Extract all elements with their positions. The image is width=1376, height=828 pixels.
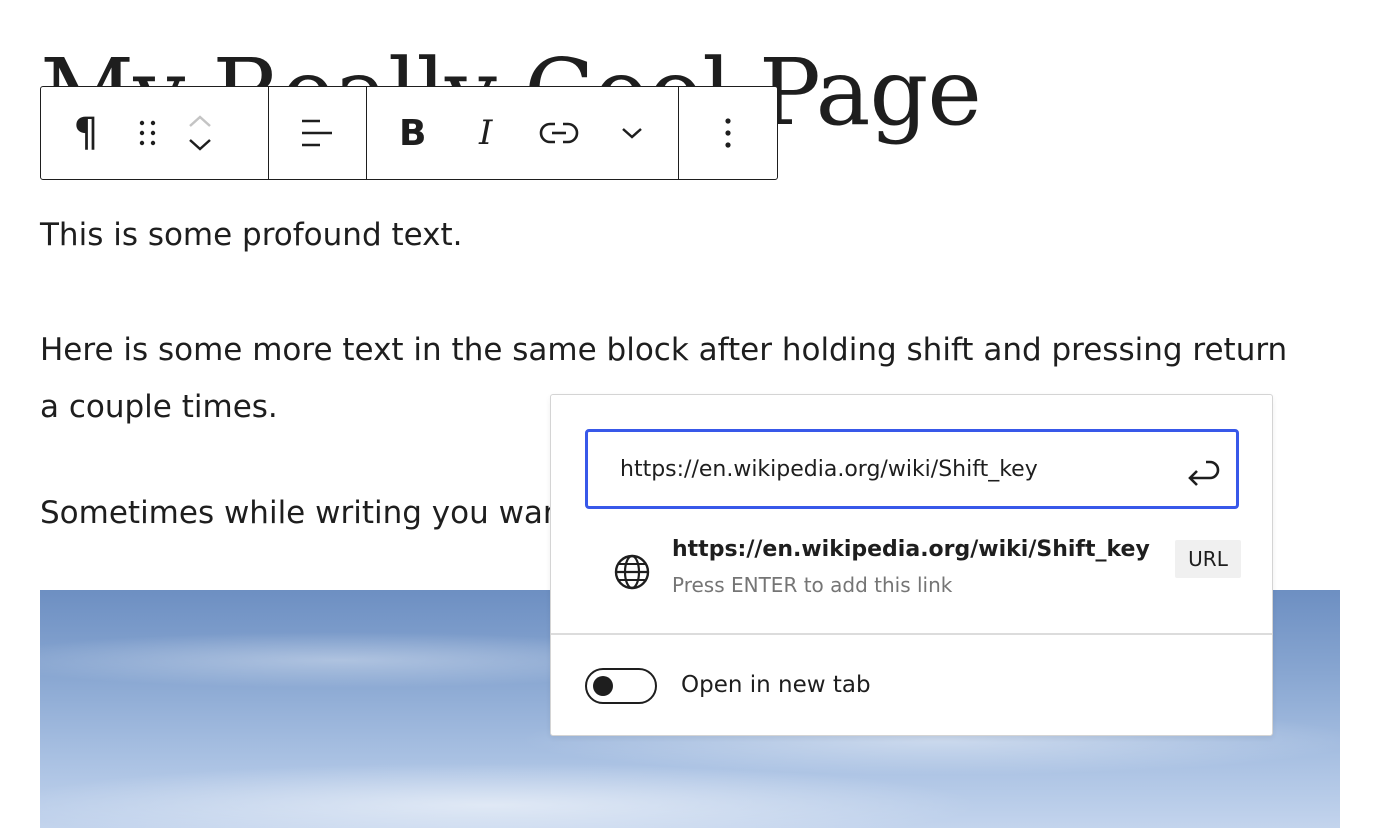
toggle-knob: [593, 676, 613, 696]
chevron-down-icon[interactable]: [187, 137, 213, 153]
chevron-up-icon[interactable]: [187, 113, 213, 129]
globe-icon: [613, 553, 651, 595]
align-left-icon[interactable]: [269, 87, 366, 179]
align-group: [269, 87, 367, 179]
url-input-container: [585, 429, 1239, 509]
options-group: [679, 87, 777, 179]
link-icon[interactable]: [513, 87, 605, 179]
block-mover: [165, 87, 235, 179]
bold-button[interactable]: B: [367, 87, 459, 179]
more-vertical-icon[interactable]: [679, 87, 777, 179]
format-group: B I: [367, 87, 679, 179]
open-new-tab-toggle[interactable]: [585, 668, 657, 704]
popover-divider: [551, 633, 1272, 635]
url-type-badge: URL: [1175, 540, 1241, 578]
enter-submit-icon[interactable]: [1182, 454, 1222, 490]
block-controls-group: ¶: [41, 87, 269, 179]
block-toolbar: ¶ B I: [40, 86, 778, 180]
drag-handle-icon[interactable]: [131, 87, 165, 179]
url-input[interactable]: [588, 432, 1160, 506]
paragraph-1[interactable]: This is some profound text.: [40, 207, 1290, 264]
paragraph-icon[interactable]: ¶: [41, 87, 131, 179]
link-popover: https://en.wikipedia.org/wiki/Shift_key …: [550, 394, 1273, 736]
suggestion-hint: Press ENTER to add this link: [672, 573, 953, 597]
suggestion-url: https://en.wikipedia.org/wiki/Shift_key: [672, 537, 1150, 562]
italic-button[interactable]: I: [459, 87, 513, 179]
link-suggestion[interactable]: https://en.wikipedia.org/wiki/Shift_key …: [551, 525, 1272, 629]
open-new-tab-label[interactable]: Open in new tab: [681, 672, 871, 698]
more-formats-chevron-down-icon[interactable]: [605, 87, 659, 179]
